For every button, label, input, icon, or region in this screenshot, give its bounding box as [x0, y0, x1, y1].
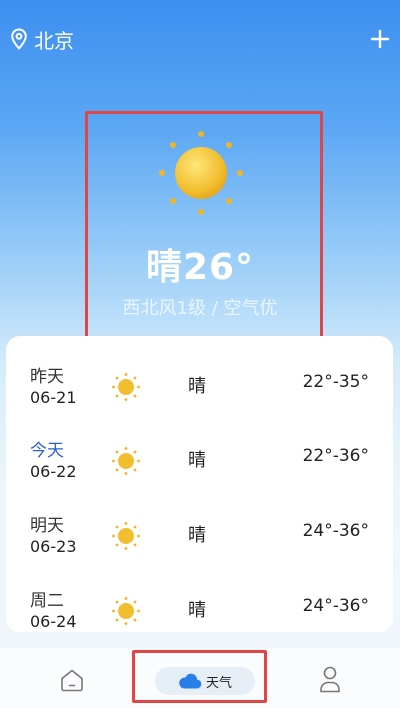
home-icon[interactable]: [58, 666, 86, 694]
forecast-list[interactable]: 昨天 06-21 晴 22°-35° 今天 06-22 晴 22°-36° 明天…: [6, 336, 393, 632]
plus-icon: [370, 29, 390, 49]
forecast-row[interactable]: 明天 06-23 晴 24°-36°: [6, 511, 393, 567]
map-pin-icon: [11, 28, 27, 50]
forecast-condition: 晴: [188, 525, 206, 546]
forecast-condition: 晴: [188, 450, 206, 471]
forecast-row[interactable]: 昨天 06-21 晴 22°-35°: [6, 362, 393, 418]
user-icon[interactable]: [316, 664, 344, 694]
forecast-day: 昨天: [30, 367, 64, 387]
forecast-temp-range: 22°-35°: [302, 372, 369, 392]
forecast-condition: 晴: [188, 600, 206, 621]
forecast-date: 06-22: [30, 462, 77, 481]
highlight-frame-current: [85, 111, 323, 343]
sun-icon: [112, 597, 140, 625]
add-city-button[interactable]: [368, 24, 392, 52]
forecast-temp-range: 24°-36°: [302, 521, 369, 541]
forecast-day: 今天: [30, 441, 64, 461]
forecast-date: 06-23: [30, 537, 77, 556]
forecast-day: 明天: [30, 516, 64, 536]
forecast-day: 周二: [30, 591, 64, 611]
highlight-frame-weather-tab: [132, 650, 267, 703]
forecast-row[interactable]: 今天 06-22 晴 22°-36°: [6, 436, 393, 492]
forecast-temp-range: 24°-36°: [302, 596, 369, 616]
location-name: 北京: [34, 28, 74, 53]
forecast-condition: 晴: [188, 376, 206, 397]
sun-icon: [112, 522, 140, 550]
forecast-date: 06-24: [30, 612, 77, 631]
sun-icon: [112, 373, 140, 401]
forecast-date: 06-21: [30, 388, 77, 407]
forecast-row[interactable]: 周二 06-24 晴 24°-36°: [6, 586, 393, 632]
location-selector[interactable]: 北京: [10, 26, 74, 53]
forecast-temp-range: 22°-36°: [302, 446, 369, 466]
sun-icon: [112, 447, 140, 475]
